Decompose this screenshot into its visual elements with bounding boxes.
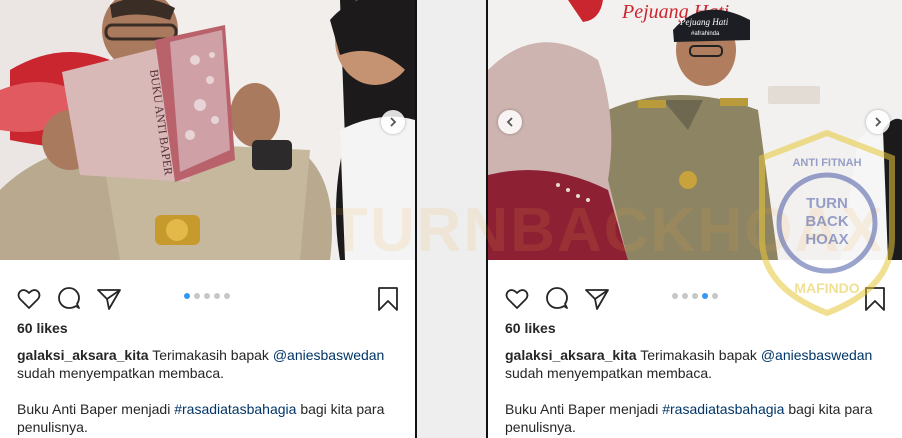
share-button[interactable]	[96, 286, 122, 312]
photo-man-reading-book: BUKU ANTI BAPER	[0, 0, 415, 260]
carousel-dot	[712, 293, 718, 299]
instagram-post-right: Pejuang Hati Pejuang Hati #afrahinda 60 …	[488, 0, 902, 438]
likes-count[interactable]: 60 likes	[505, 320, 556, 336]
carousel-dot	[224, 293, 230, 299]
photo-man-with-cap: Pejuang Hati Pejuang Hati #afrahinda	[488, 0, 902, 260]
chevron-right-icon	[390, 117, 397, 127]
share-icon	[97, 289, 121, 310]
caption-username[interactable]: galaksi_aksara_kita	[505, 347, 637, 363]
bookmark-button[interactable]	[375, 286, 401, 312]
post-actions	[504, 286, 888, 312]
caption-text: Buku Anti Baper menjadi	[505, 401, 659, 417]
caption-text: Terimakasih bapak	[152, 347, 269, 363]
mention-link[interactable]: @aniesbaswedan	[273, 347, 385, 363]
carousel-next-button[interactable]	[381, 110, 405, 134]
carousel-prev-button[interactable]	[498, 110, 522, 134]
comment-button[interactable]	[56, 286, 82, 312]
chevron-left-icon	[506, 117, 513, 127]
carousel-indicator	[184, 293, 230, 299]
chevron-right-icon	[875, 117, 882, 127]
carousel-dot	[702, 293, 708, 299]
hashtag-link[interactable]: #rasadiatasbahagia	[174, 401, 296, 417]
bookmark-icon	[378, 287, 398, 311]
caption-username[interactable]: galaksi_aksara_kita	[17, 347, 149, 363]
carousel-next-button[interactable]	[866, 110, 890, 134]
page-gap	[416, 0, 487, 438]
carousel-dot	[184, 293, 190, 299]
carousel-dot	[214, 293, 220, 299]
likes-count[interactable]: 60 likes	[17, 320, 68, 336]
post-caption: galaksi_aksara_kita Terimakasih bapak @a…	[17, 346, 402, 436]
carousel-indicator	[672, 293, 718, 299]
comment-button[interactable]	[544, 286, 570, 312]
caption-text: sudah menyempatkan membaca.	[505, 365, 712, 381]
carousel-dot	[204, 293, 210, 299]
like-button[interactable]	[16, 286, 42, 312]
caption-text: Buku Anti Baper menjadi	[17, 401, 171, 417]
comment-icon	[546, 287, 568, 309]
like-button[interactable]	[504, 286, 530, 312]
mention-link[interactable]: @aniesbaswedan	[761, 347, 873, 363]
bookmark-icon	[865, 287, 885, 311]
cap-subtext: #afrahinda	[691, 31, 720, 37]
comment-icon	[58, 287, 80, 309]
caption-text: sudah menyempatkan membaca.	[17, 365, 224, 381]
share-icon	[585, 289, 609, 310]
hashtag-link[interactable]: #rasadiatasbahagia	[662, 401, 784, 417]
carousel-dot	[692, 293, 698, 299]
post-actions	[16, 286, 401, 312]
post-caption: galaksi_aksara_kita Terimakasih bapak @a…	[505, 346, 890, 436]
bookmark-button[interactable]	[862, 286, 888, 312]
heart-icon	[17, 289, 41, 309]
share-button[interactable]	[584, 286, 610, 312]
cap-text: Pejuang Hati	[679, 17, 729, 27]
caption-text: Terimakasih bapak	[640, 347, 757, 363]
post-photo-right[interactable]: Pejuang Hati Pejuang Hati #afrahinda	[488, 0, 902, 260]
post-photo-left[interactable]: BUKU ANTI BAPER	[0, 0, 415, 260]
instagram-post-left: BUKU ANTI BAPER 60 likes galaksi_aksara_…	[0, 0, 415, 438]
divider-left	[415, 0, 417, 438]
carousel-dot	[672, 293, 678, 299]
carousel-dot	[682, 293, 688, 299]
carousel-dot	[194, 293, 200, 299]
heart-icon	[505, 289, 529, 309]
